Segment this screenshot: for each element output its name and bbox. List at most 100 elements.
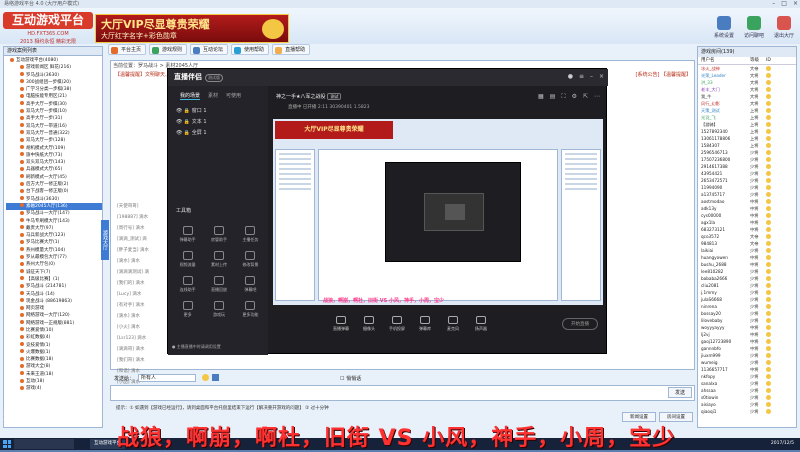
tree-item[interactable]: 广学习分类一步棋(38) [6, 86, 102, 93]
user-row[interactable]: s0tiowin 少将 [698, 394, 796, 401]
vip-ad-banner[interactable]: 大厅VIP尽显尊贵荣耀 大厅红字名字+彩色勋章 [95, 14, 289, 43]
tree-item[interactable]: 双马大厅一带道(16) [6, 123, 102, 130]
user-row[interactable]: woyyyayyy 中将 [698, 324, 796, 331]
user-row[interactable]: cys00000 中将 [698, 212, 796, 219]
stream-control-button[interactable]: 直播弹幕 [328, 316, 354, 332]
nav-rules[interactable]: 游戏规则 [149, 44, 188, 55]
menu-icon[interactable]: ≡ [579, 73, 584, 80]
user-row[interactable]: 洪_33 大将 [698, 79, 796, 86]
tab-my-scene[interactable]: 我的场景 [180, 92, 201, 100]
exit-hall-button[interactable]: 退出大厅 [771, 14, 797, 44]
tool-item[interactable]: 视频流量 [172, 251, 203, 268]
close-icon[interactable]: × [793, 0, 798, 8]
settings-icon[interactable]: ⚙ [572, 93, 577, 101]
chat-bar-button[interactable]: 访问聊吧 [741, 14, 767, 44]
tree-item[interactable]: 台下战客一修正版(0) [6, 188, 102, 195]
tree-item[interactable]: 火爆数据(1) [6, 349, 102, 356]
tree-item[interactable]: 网页游戏 [6, 305, 102, 312]
user-row[interactable]: wumeig 少将 [698, 359, 796, 366]
user-row[interactable]: lilovebaby 少将 [698, 317, 796, 324]
tree-item[interactable]: 兵器模式大厅(65) [6, 166, 102, 173]
user-row[interactable]: 风行_幻影 大将 [698, 100, 796, 107]
tree-item[interactable]: 高手大厅一步棋(30) [6, 101, 102, 108]
tree-item[interactable]: 马兵新战大厅(123) [6, 232, 102, 239]
minimize-icon[interactable]: – [590, 73, 593, 80]
user-row[interactable]: 【游骑】 上将 [698, 121, 796, 128]
col-id[interactable]: ID [766, 57, 796, 64]
tree-item[interactable]: 300战组团一步棋(20) [6, 79, 102, 86]
tool-item[interactable]: 游戏玩 [203, 301, 234, 318]
user-row[interactable]: sanalxa 少将 [698, 380, 796, 387]
user-row[interactable]: 2596546713 少将 [698, 149, 796, 156]
user-row[interactable]: 我_牛 大将 [698, 93, 796, 100]
user-row[interactable]: bossay20 少将 [698, 310, 796, 317]
tree-item[interactable]: 双马大厅一步棋(10) [6, 108, 102, 115]
user-row[interactable]: lj2vj 中将 [698, 331, 796, 338]
user-row[interactable]: 43954421 少将 [698, 170, 796, 177]
nav-forum[interactable]: 互动论坛 [190, 44, 229, 55]
tool-item[interactable]: 弹幕吧 [235, 276, 266, 293]
minimize-icon[interactable]: – [772, 0, 775, 8]
start-live-button[interactable]: 开始直播 [562, 318, 598, 330]
user-row[interactable]: adk13y 中将 [698, 205, 796, 212]
user-row[interactable]: 光羽_飞 上将 [698, 114, 796, 121]
send-button[interactable]: 发送 [668, 387, 692, 398]
tree-item[interactable]: 胡机模式大厅(109) [6, 145, 102, 152]
user-row[interactable]: huangyowen 中将 [698, 254, 796, 261]
save-icon[interactable]: ▤ [550, 93, 556, 101]
user-row[interactable]: 冰火_战神 大帝 [698, 65, 796, 72]
nav-home[interactable]: 平台主页 [108, 44, 147, 55]
tree-item[interactable]: 诚征天下(7) [6, 269, 102, 276]
user-row[interactable]: 683273121 中将 [698, 226, 796, 233]
tree-item[interactable]: 素磁2045人厅(136) [6, 202, 102, 211]
user-row[interactable]: 984813 大帝 [698, 240, 796, 247]
tab-materials[interactable]: 素材 [208, 92, 218, 100]
side-tab-hall[interactable]: 游戏大厅 [101, 220, 109, 260]
user-row[interactable]: 13061178806 上将 [698, 135, 796, 142]
source-text[interactable]: 👁 🔒 文本 1 [168, 117, 268, 128]
tool-item[interactable]: 修改背景 [235, 251, 266, 268]
tab-usable[interactable]: 可使用 [226, 92, 241, 100]
tool-item[interactable]: 直播回放 [203, 276, 234, 293]
user-row[interactable]: nkfopy 少将 [698, 373, 796, 380]
tree-item[interactable]: 游戏(4) [6, 385, 102, 392]
avatar[interactable]: ● [568, 73, 573, 80]
tool-item[interactable]: 素材上传 [203, 251, 234, 268]
user-row[interactable]: lee810282 少将 [698, 268, 796, 275]
user-row[interactable]: jiuxm999 少将 [698, 352, 796, 359]
tool-item[interactable]: 主播任务 [235, 226, 266, 243]
taskbar-search[interactable] [14, 439, 74, 449]
tool-item[interactable]: 房管助手 [203, 226, 234, 243]
user-row[interactable]: a13745717 少将 [698, 191, 796, 198]
tree-item[interactable]: 互动(18) [6, 378, 102, 385]
user-row[interactable]: 老丰_大门 大将 [698, 86, 796, 93]
stream-control-button[interactable]: 麦克风 [440, 316, 466, 332]
tree-item[interactable]: 电脑技能专用区(21) [6, 93, 102, 100]
source-window[interactable]: 👁 🔒 窗口 1 [168, 106, 268, 117]
nav-help[interactable]: 使用帮助 [231, 44, 270, 55]
whisper-checkbox[interactable]: ☐ 悄悄话 [340, 375, 361, 382]
tree-item[interactable]: 牛马专刷模大厅(143) [6, 218, 102, 225]
settings-button[interactable]: 系统设置 [711, 14, 737, 44]
tree-item[interactable]: 【高级比赛】(1) [6, 276, 102, 283]
tree-item[interactable]: 罗马比赛大厅(1) [6, 239, 102, 246]
font-icon[interactable] [212, 374, 219, 381]
tree-item[interactable]: 彩虹数据(4) [6, 334, 102, 341]
nav-live-help[interactable]: 直播帮助 [272, 44, 311, 55]
tree-item[interactable]: 游戏大全(8) [6, 363, 102, 370]
source-fullscreen[interactable]: 👁 🔒 全屏 1 [168, 128, 268, 139]
tree-item[interactable]: 未来王道(18) [6, 371, 102, 378]
user-row[interactable]: bushu_2688 中将 [698, 261, 796, 268]
tree-item[interactable]: 双马大厅一步(128) [6, 137, 102, 144]
user-row[interactable]: 2653472571 少将 [698, 177, 796, 184]
user-row[interactable]: aisiayo 少将 [698, 401, 796, 408]
close-icon[interactable]: × [599, 73, 604, 80]
stream-control-button[interactable]: 扬声器 [468, 316, 494, 332]
tree-item[interactable]: 罗马战斗 (214781) [6, 283, 102, 290]
tree-item[interactable]: 高手大厅一步(31) [6, 115, 102, 122]
user-row[interactable]: qco3572 大帝 [698, 233, 796, 240]
more-icon[interactable]: ⋯ [594, 93, 600, 101]
maximize-icon[interactable]: □ [781, 0, 787, 8]
tree-item[interactable]: 罗马战斗一大厅(147) [6, 210, 102, 217]
user-row[interactable]: cliu2081 少将 [698, 282, 796, 289]
